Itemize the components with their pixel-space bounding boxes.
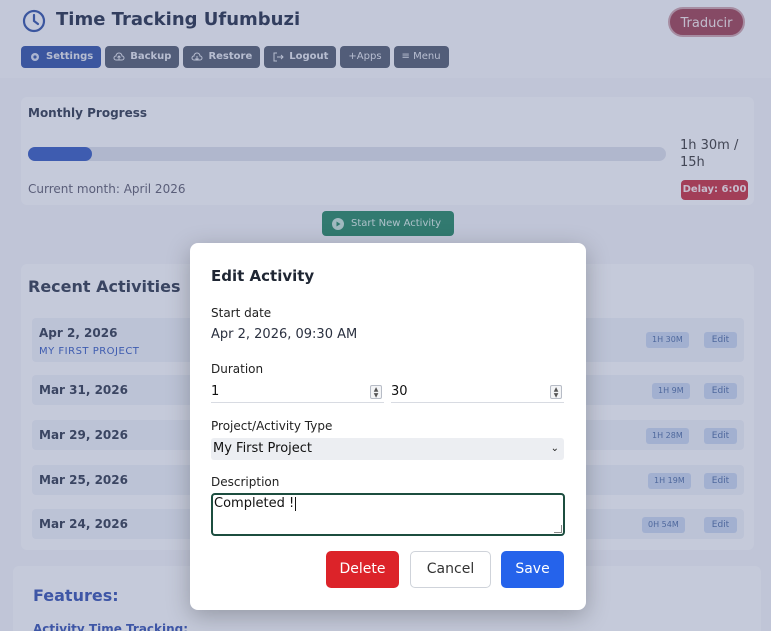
project-select[interactable]: My First Project ⌄ [211,438,564,460]
save-button[interactable]: Save [501,551,564,588]
text-cursor [295,496,297,511]
minutes-spinner[interactable]: ▲ ▼ [550,385,562,399]
project-selected-value: My First Project [213,441,313,456]
minutes-input[interactable]: 30 ▲ ▼ [391,381,564,403]
description-label: Description [211,475,280,489]
start-date-value[interactable]: Apr 2, 2026, 09:30 AM [211,327,357,342]
cancel-button[interactable]: Cancel [410,551,491,588]
hours-value: 1 [211,384,220,399]
delete-button[interactable]: Delete [326,551,399,588]
hours-input[interactable]: 1 ▲ ▼ [211,381,384,403]
chevron-down-icon: ⌄ [550,443,559,454]
edit-activity-dialog: Edit Activity Start date Apr 2, 2026, 09… [190,243,586,610]
project-label: Project/Activity Type [211,419,333,433]
duration-label: Duration [211,362,264,376]
description-textarea[interactable]: Completed ! [211,493,565,536]
dialog-title: Edit Activity [211,267,315,285]
description-value: Completed ! [214,496,295,511]
resize-handle-icon[interactable] [554,525,562,533]
minutes-value: 30 [391,384,408,399]
hours-spinner[interactable]: ▲ ▼ [370,385,382,399]
start-date-label: Start date [211,306,272,320]
